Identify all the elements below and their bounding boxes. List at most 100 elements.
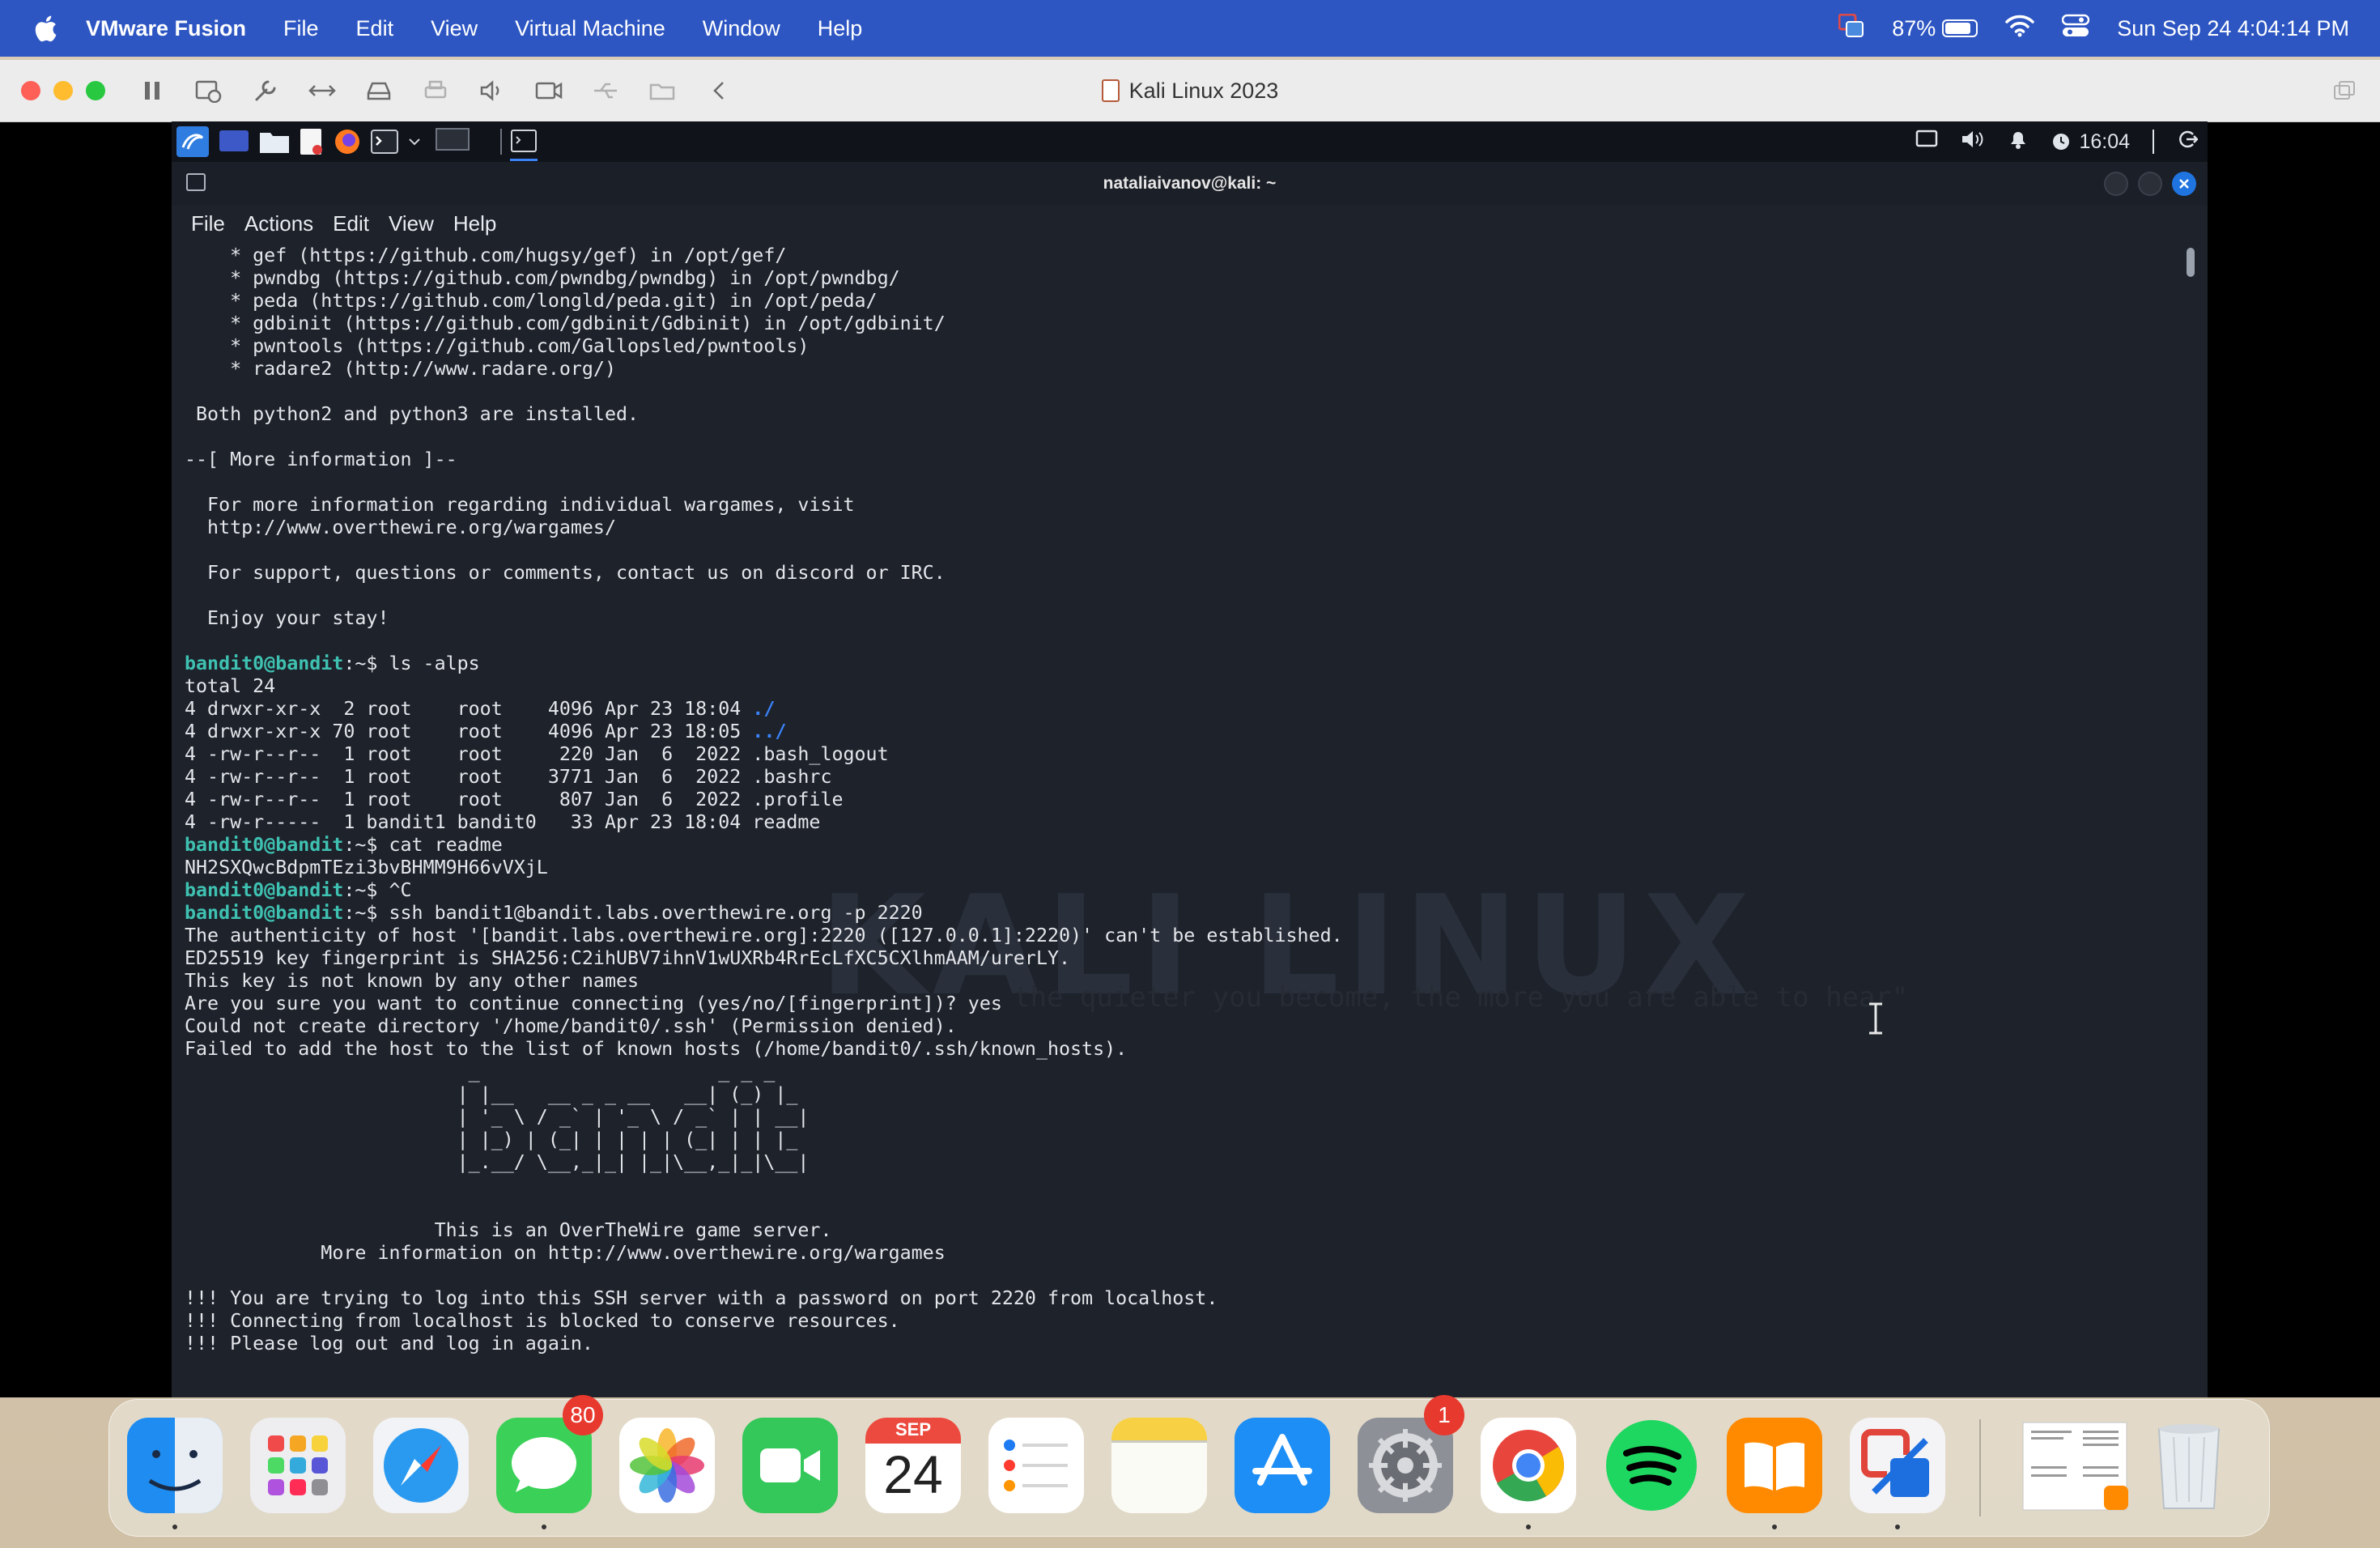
dock-photos-icon[interactable] — [619, 1418, 715, 1513]
close-window-button[interactable] — [21, 81, 40, 100]
panel-clock[interactable]: 16:04 — [2051, 130, 2130, 154]
calendar-day: 24 — [883, 1444, 943, 1504]
terminal-line: More information on http://www.overthewi… — [185, 1242, 2160, 1265]
battery-percent: 87% — [1892, 15, 1936, 40]
volume-icon[interactable] — [1961, 129, 1985, 155]
dock-document-preview-icon[interactable] — [2018, 1418, 2131, 1513]
dock-launchpad-icon[interactable] — [250, 1418, 346, 1513]
terminal-line: | |__ __ _ _ __ __| (_) |_ — [185, 1083, 2160, 1106]
terminal-line: 4 drwxr-xr-x 2 root root 4096 Apr 23 18:… — [185, 698, 2160, 721]
terminal-line: 4 -rw-r--r-- 1 root root 807 Jan 6 2022 … — [185, 789, 2160, 811]
camera-icon[interactable] — [531, 73, 567, 108]
terminal-menu-file[interactable]: File — [191, 211, 225, 236]
running-indicator — [542, 1525, 546, 1529]
apple-menu-icon[interactable] — [29, 12, 62, 45]
terminal-window-icon[interactable] — [186, 173, 206, 191]
terminal-text: 4 -rw-r--r-- 1 root root 807 Jan 6 2022 … — [185, 789, 844, 810]
menu-window[interactable]: Window — [703, 16, 780, 41]
terminal-line: _ _ _ _ — [185, 1061, 2160, 1083]
snapshot-icon[interactable] — [191, 73, 227, 108]
terminal-line: | |_) | (_| | | | | (_| | | |_ — [185, 1129, 2160, 1151]
terminal-text: This is an OverTheWire game server. — [185, 1219, 832, 1241]
file-manager-icon[interactable] — [259, 127, 290, 156]
vmware-status-icon[interactable] — [1838, 13, 1864, 44]
desktop-icon[interactable] — [219, 127, 249, 156]
hard-disk-icon[interactable] — [361, 73, 397, 108]
menu-file[interactable]: File — [283, 16, 319, 41]
pause-icon[interactable] — [134, 73, 170, 108]
menu-virtual-machine[interactable]: Virtual Machine — [515, 16, 665, 41]
terminal-maximize-button[interactable] — [2138, 172, 2162, 196]
display-icon[interactable] — [1915, 130, 1938, 155]
dock-notes-icon[interactable] — [1111, 1418, 1207, 1513]
control-center-icon[interactable] — [2062, 14, 2090, 44]
terminal-text: Are you sure you want to continue connec… — [185, 993, 1002, 1014]
firefox-icon[interactable] — [334, 127, 361, 156]
terminal-menu-help[interactable]: Help — [453, 211, 496, 236]
menu-edit[interactable]: Edit — [356, 16, 394, 41]
dock-finder-icon[interactable] — [127, 1418, 223, 1513]
shell-prompt: bandit0@bandit — [185, 653, 344, 674]
taskbar-terminal-item[interactable] — [510, 123, 538, 161]
dock-app-store-icon[interactable] — [1235, 1418, 1330, 1513]
notification-bell-icon[interactable] — [2008, 128, 2029, 156]
terminal-text: 4 -rw-r--r-- 1 root root 3771 Jan 6 2022… — [185, 766, 832, 788]
workspace-1-icon[interactable] — [436, 127, 470, 156]
running-indicator — [1526, 1525, 1531, 1529]
terminal-line: Enjoy your stay! — [185, 607, 2160, 630]
dock-calendar-icon[interactable]: SEP 24 — [865, 1418, 961, 1513]
terminal-minimize-button[interactable] — [2104, 172, 2128, 196]
terminal-text: !!! Please log out and log in again. — [185, 1333, 593, 1354]
shared-folder-icon[interactable] — [644, 73, 680, 108]
logout-icon[interactable] — [2177, 129, 2199, 155]
dock-badge: 80 — [563, 1395, 603, 1435]
text-editor-icon[interactable] — [300, 127, 324, 156]
restore-window-icon[interactable] — [2327, 73, 2362, 108]
terminal-menubar: File Actions Edit View Help — [172, 206, 2208, 241]
minimize-window-button[interactable] — [53, 81, 73, 100]
terminal-text: * pwndbg (https://github.com/pwndbg/pwnd… — [185, 267, 900, 289]
kali-menu-icon[interactable] — [176, 126, 209, 157]
collapse-chevron-icon[interactable] — [701, 73, 737, 108]
network-arrows-icon[interactable] — [304, 73, 340, 108]
running-indicator — [1895, 1525, 1900, 1529]
zoom-window-button[interactable] — [86, 81, 105, 100]
menu-help[interactable]: Help — [818, 16, 863, 41]
shell-command: :~$ ls -alps — [343, 653, 480, 674]
terminal-scrollbar[interactable] — [2187, 248, 2195, 277]
wifi-icon[interactable] — [2005, 15, 2035, 43]
macos-menu-bar: VMware Fusion File Edit View Virtual Mac… — [0, 0, 2380, 57]
terminal-menu-view[interactable]: View — [389, 211, 434, 236]
terminal-menu-actions[interactable]: Actions — [244, 211, 313, 236]
workspace-2-icon[interactable] — [499, 127, 504, 156]
menu-app-name[interactable]: VMware Fusion — [86, 16, 246, 41]
dock-facetime-icon[interactable] — [742, 1418, 838, 1513]
terminal-text: NH2SXQwcBdpmTEzi3bvBHMM9H66vVXjL — [185, 857, 548, 878]
battery-status[interactable]: 87% — [1892, 16, 1978, 41]
shell-prompt: bandit0@bandit — [185, 902, 344, 924]
terminal-launcher-icon[interactable] — [371, 127, 398, 156]
terminal-line: 4 -rw-r--r-- 1 root root 220 Jan 6 2022 … — [185, 743, 2160, 766]
dock-spotify-icon[interactable] — [1604, 1418, 1699, 1513]
terminal-line: Could not create directory '/home/bandit… — [185, 1015, 2160, 1038]
dock-reminders-icon[interactable] — [988, 1418, 1084, 1513]
dock-chrome-icon[interactable] — [1481, 1418, 1576, 1513]
dock-books-icon[interactable] — [1727, 1418, 1822, 1513]
terminal-text: 4 -rw-r--r-- 1 root root 220 Jan 6 2022 … — [185, 743, 889, 765]
menu-view[interactable]: View — [431, 16, 478, 41]
menubar-clock[interactable]: Sun Sep 24 4:04:14 PM — [2117, 16, 2349, 41]
terminal-text: More information on http://www.overthewi… — [185, 1242, 946, 1264]
terminal-output[interactable]: * gef (https://github.com/hugsy/gef) in … — [185, 245, 2160, 1394]
dock-trash-icon[interactable] — [2141, 1418, 2237, 1513]
sound-icon[interactable] — [474, 73, 510, 108]
settings-wrench-icon[interactable] — [248, 73, 283, 108]
usb-icon[interactable] — [588, 73, 623, 108]
dock-safari-icon[interactable] — [373, 1418, 469, 1513]
launcher-dropdown-icon[interactable] — [408, 127, 421, 156]
dock-vmware-fusion-icon[interactable] — [1850, 1418, 1945, 1513]
terminal-menu-edit[interactable]: Edit — [333, 211, 369, 236]
terminal-line: --[ More information ]-- — [185, 449, 2160, 471]
terminal-close-button[interactable] — [2172, 172, 2196, 196]
printer-icon[interactable] — [418, 73, 453, 108]
